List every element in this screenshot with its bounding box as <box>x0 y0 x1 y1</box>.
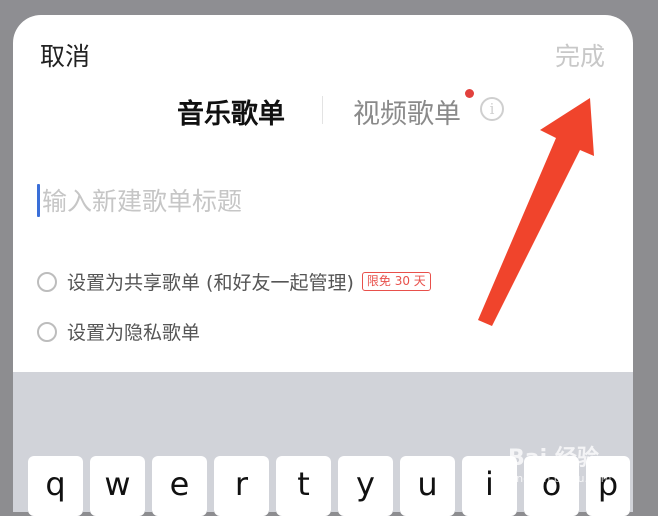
new-playlist-sheet: 取消 完成 音乐歌单 视频歌单 i 设置为共享歌单 (和好友一起管理) 限免 3… <box>13 15 633 372</box>
watermark-url: jingyan.baidu.com <box>510 472 612 485</box>
key-q[interactable]: q <box>28 456 83 516</box>
tab-music-playlist[interactable]: 音乐歌单 <box>177 92 285 131</box>
playlist-title-input[interactable] <box>37 183 602 219</box>
radio-shared[interactable] <box>37 271 57 292</box>
cancel-button[interactable]: 取消 <box>40 37 90 73</box>
new-indicator-dot <box>465 89 474 98</box>
option-shared-playlist[interactable]: 设置为共享歌单 (和好友一起管理) 限免 30 天 <box>37 268 431 295</box>
option-private-playlist[interactable]: 设置为隐私歌单 <box>37 318 200 345</box>
free-trial-badge: 限免 30 天 <box>361 272 431 291</box>
key-w[interactable]: w <box>90 456 145 516</box>
key-u[interactable]: u <box>400 456 455 516</box>
key-y[interactable]: y <box>338 456 393 516</box>
option-private-label: 设置为隐私歌单 <box>67 322 201 344</box>
radio-private[interactable] <box>37 321 57 342</box>
option-shared-label: 设置为共享歌单 (和好友一起管理) <box>67 272 354 294</box>
info-icon[interactable]: i <box>480 97 504 121</box>
done-button[interactable]: 完成 <box>555 37 605 73</box>
tab-divider <box>322 96 323 124</box>
tab-video-playlist[interactable]: 视频歌单 <box>353 92 461 131</box>
key-e[interactable]: e <box>152 456 207 516</box>
key-r[interactable]: r <box>214 456 269 516</box>
watermark-logo: Bai 经验 <box>508 446 599 471</box>
key-t[interactable]: t <box>276 456 331 516</box>
